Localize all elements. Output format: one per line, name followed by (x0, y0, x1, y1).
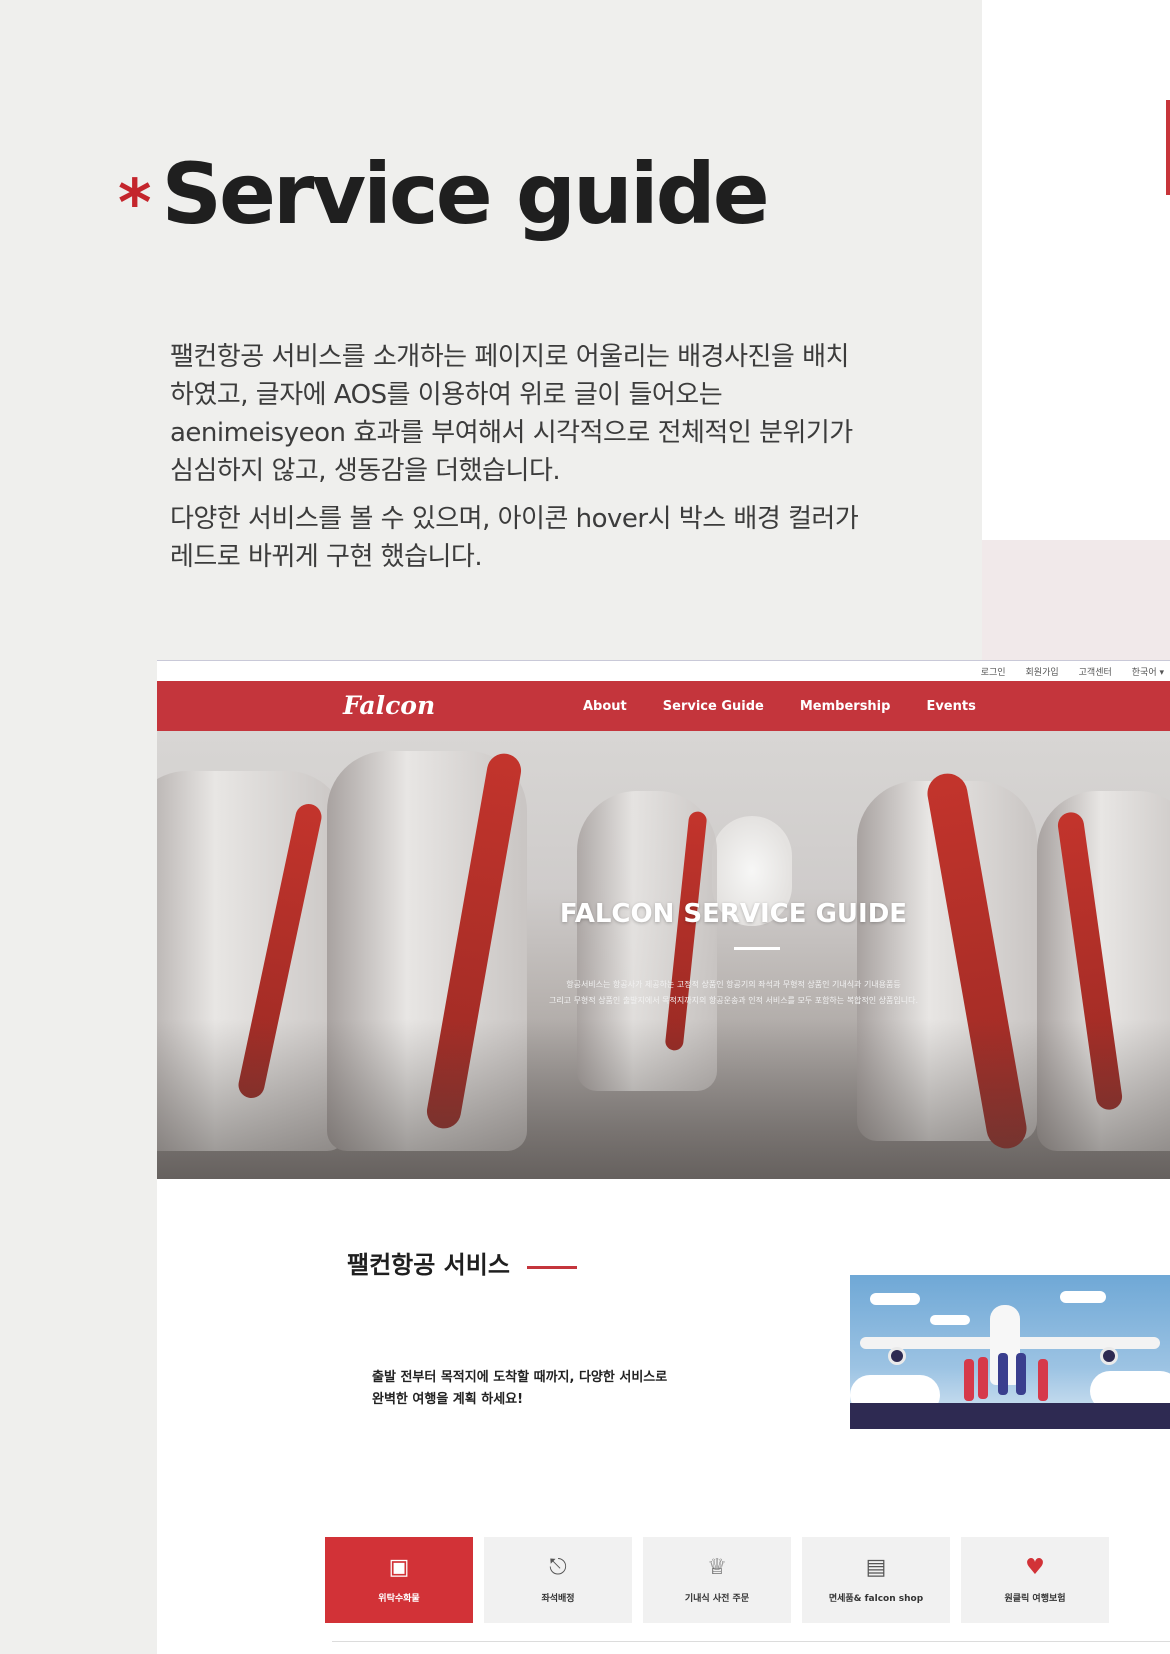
utensils-icon: ♕ (707, 1554, 727, 1580)
asterisk-mark: * (118, 167, 152, 241)
service-meal[interactable]: ♕ 기내식 사전 주문 (643, 1537, 791, 1623)
service-insurance[interactable]: ♥ 원클릭 여행보험 (961, 1537, 1109, 1623)
seat-icon: ⎋ (549, 1554, 567, 1580)
language-select[interactable]: 한국어 ▾ (1132, 665, 1164, 678)
shopping-bag-icon: ▤ (865, 1554, 887, 1580)
side-panel-preview (982, 0, 1170, 540)
hero-subtitle-line-2: 그리고 무형적 상품인 출발지에서 목적지까지의 항공운송과 인적 서비스를 모… (548, 996, 919, 1005)
utility-bar: 로그인 회원가입 고객센터 한국어 ▾ (157, 661, 1170, 681)
crew-figure (964, 1359, 974, 1401)
nav-events[interactable]: Events (926, 699, 975, 714)
runway (850, 1403, 1170, 1429)
section-title: 팰컨항공 서비스 (347, 1251, 510, 1279)
bottom-divider (332, 1641, 1170, 1642)
service-seat[interactable]: ⎋ 좌석배정 (484, 1537, 632, 1623)
crew-figure (978, 1357, 988, 1399)
description: 팰컨항공 서비스를 소개하는 페이지로 어울리는 배경사진을 배치하였고, 글자… (170, 338, 860, 586)
cabin-floor (157, 1019, 1170, 1179)
utility-signup-link[interactable]: 회원가입 (1026, 665, 1059, 678)
nav-links: About Service Guide Membership Events (583, 681, 1012, 731)
heart-hand-icon: ♥ (1025, 1554, 1045, 1580)
crew-figure (1038, 1359, 1048, 1401)
service-label: 기내식 사전 주문 (684, 1593, 750, 1604)
description-paragraph-1: 팰컨항공 서비스를 소개하는 페이지로 어울리는 배경사진을 배치하였고, 글자… (170, 342, 853, 486)
service-icons: ▣ 위탁수화물 ⎋ 좌석배정 ♕ 기내식 사전 주문 ▤ 면세품& falcon… (325, 1537, 1109, 1623)
service-label: 좌석배정 (541, 1593, 575, 1604)
service-duty-free[interactable]: ▤ 면세품& falcon shop (802, 1537, 950, 1623)
side-panel-preview-bottom (982, 540, 1170, 660)
hero-subtitle: 항공서비스는 항공사가 제공하는 고정적 상품인 항공기의 좌석과 무형적 상품… (157, 977, 1170, 1009)
section-title-underline (527, 1266, 577, 1269)
crew-figure (998, 1353, 1008, 1395)
cloud-shape (1060, 1291, 1106, 1303)
intro-text: 출발 전부터 목적지에 도착할 때까지, 다양한 서비스로 완벽한 여행을 계획… (372, 1367, 667, 1411)
hero-subtitle-line-1: 항공서비스는 항공사가 제공하는 고정적 상품인 항공기의 좌석과 무형적 상품… (566, 980, 901, 989)
service-baggage[interactable]: ▣ 위탁수화물 (325, 1537, 473, 1623)
navbar: Falcon About Service Guide Membership Ev… (157, 681, 1170, 731)
crew-figure (1016, 1353, 1026, 1395)
service-label: 면세품& falcon shop (828, 1593, 924, 1604)
hero-title: FALCON SERVICE GUIDE (559, 899, 908, 929)
nav-service-guide[interactable]: Service Guide (663, 699, 764, 714)
intro-line-2: 완벽한 여행을 계획 하세요! (372, 1392, 524, 1407)
luggage-icon: ▣ (388, 1554, 410, 1580)
utility-support-link[interactable]: 고객센터 (1079, 665, 1112, 678)
falcon-logo[interactable]: Falcon (343, 691, 435, 720)
hero-banner: FALCON SERVICE GUIDE 항공서비스는 항공사가 제공하는 고정… (157, 731, 1170, 1179)
cloud-shape (930, 1315, 970, 1325)
engine-shape (1100, 1347, 1118, 1365)
service-label: 위탁수화물 (378, 1593, 420, 1604)
utility-login-link[interactable]: 로그인 (981, 665, 1006, 678)
hero-divider (734, 947, 780, 950)
nav-membership[interactable]: Membership (800, 699, 891, 714)
engine-shape (888, 1347, 906, 1365)
service-label: 원클릭 여행보험 (1004, 1593, 1066, 1604)
page-heading: * Service guide (118, 145, 770, 243)
airplane-crew-illustration (850, 1275, 1170, 1429)
page-title: Service guide (161, 145, 769, 243)
intro-line-1: 출발 전부터 목적지에 도착할 때까지, 다양한 서비스로 (372, 1370, 668, 1385)
description-paragraph-2: 다양한 서비스를 볼 수 있으며, 아이콘 hover시 박스 배경 컬러가 레… (170, 504, 859, 572)
website-mockup: 로그인 회원가입 고객센터 한국어 ▾ Falcon About Service… (157, 660, 1170, 1654)
nav-about[interactable]: About (583, 699, 627, 714)
cloud-shape (870, 1293, 920, 1305)
